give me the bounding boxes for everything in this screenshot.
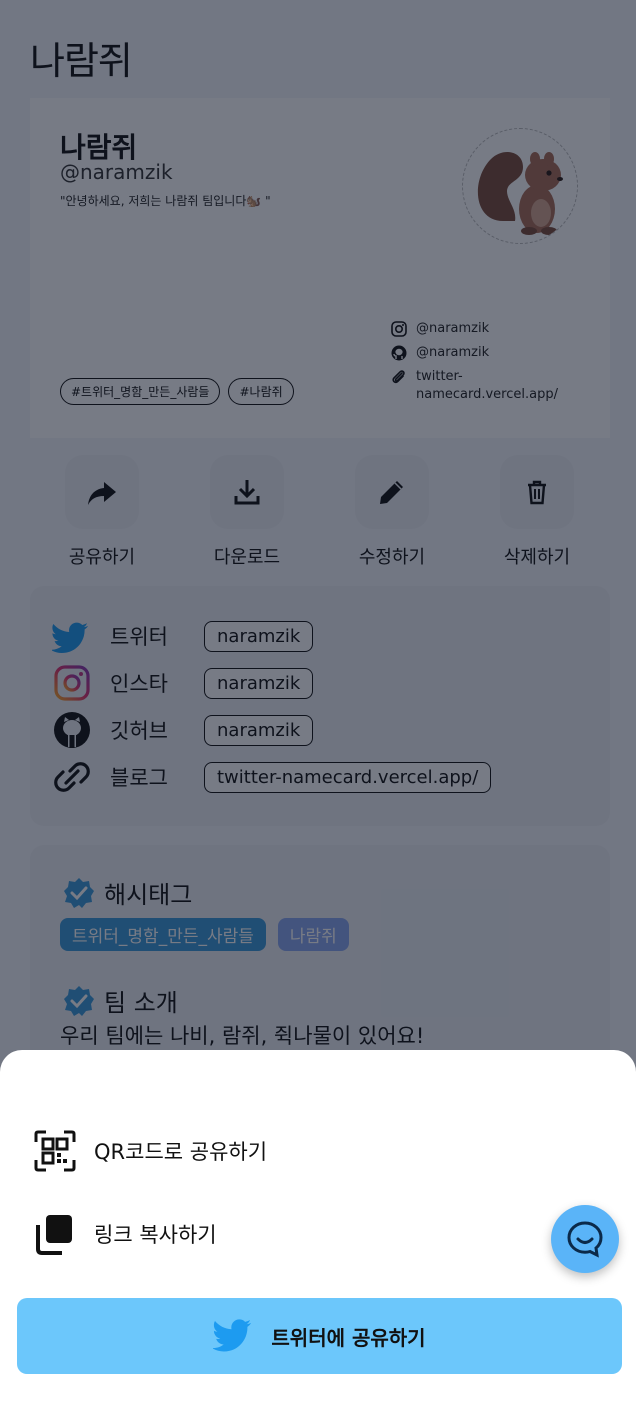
sns-name: 트위터 [110, 625, 168, 649]
copy-icon [36, 1215, 72, 1255]
download-button[interactable] [210, 455, 284, 529]
github-icon [54, 712, 90, 748]
twitter-share-label: 트위터에 공유하기 [271, 1325, 426, 1350]
trash-icon [528, 480, 546, 505]
download-icon [234, 480, 260, 505]
qr-code-icon [34, 1130, 76, 1172]
twitter-icon [213, 1319, 252, 1352]
card-link-text: @naramzik [416, 345, 490, 360]
paperclip-icon [392, 370, 405, 384]
sns-name: 인스타 [110, 672, 168, 696]
card-tag[interactable]: #나람쥐 [228, 378, 294, 405]
github-icon [391, 345, 407, 361]
sns-row-twitter: 트위터 naramzik [52, 616, 314, 656]
chat-fab[interactable] [551, 1205, 619, 1273]
team-section-title: 팀 소개 [62, 983, 178, 1018]
edit-action[interactable]: 수정하기 [332, 455, 452, 569]
twitter-icon [52, 622, 88, 653]
twitter-share-button[interactable]: 트위터에 공유하기 [17, 1298, 622, 1374]
download-label: 다운로드 [213, 547, 281, 568]
card-tags: #트위터_명함_만든_사람들 #나람쥐 [60, 378, 294, 405]
sns-name: 블로그 [110, 766, 168, 790]
card-tag[interactable]: #트위터_명함_만든_사람들 [60, 378, 221, 405]
sns-value[interactable]: naramzik [204, 620, 314, 652]
squirrel-icon [477, 152, 563, 235]
verified-badge-icon [64, 877, 94, 908]
sns-row-github: 깃허브 naramzik [52, 710, 314, 750]
qr-share-option[interactable]: QR코드로 공유하기 [34, 1130, 267, 1172]
download-action[interactable]: 다운로드 [187, 455, 307, 569]
profile-card: 나람쥐 @naramzik "안녕하세요, 저희는 나람쥐 팀입니다🐿️ " #… [30, 98, 610, 438]
copy-link-option[interactable]: 링크 복사하기 [34, 1213, 217, 1255]
avatar [462, 128, 578, 244]
sns-value[interactable]: naramzik [204, 667, 314, 699]
sns-value[interactable]: naramzik [204, 714, 314, 746]
card-links: @naramzik @naramzik twitter-namecard.ver… [390, 320, 590, 410]
share-bottom-sheet: QR코드로 공유하기 링크 복사하기 트위터에 공유하기 [0, 1050, 636, 1420]
page-title: 나람쥐 [30, 39, 133, 83]
delete-label: 삭제하기 [503, 547, 571, 568]
share-action[interactable]: 공유하기 [42, 455, 162, 569]
edit-icon [380, 481, 403, 504]
card-link-blog[interactable]: twitter-namecard.vercel.app/ [390, 368, 590, 404]
sns-value[interactable]: twitter-namecard.vercel.app/ [204, 761, 492, 793]
share-button[interactable] [65, 455, 139, 529]
edit-button[interactable] [355, 455, 429, 529]
copy-link-label: 링크 복사하기 [94, 1223, 217, 1247]
chat-icon [567, 1221, 603, 1258]
sns-name: 깃허브 [110, 719, 168, 743]
instagram-icon [391, 321, 407, 337]
delete-action[interactable]: 삭제하기 [477, 455, 597, 569]
card-handle: @naramzik [60, 160, 173, 184]
hashtag-section-title: 해시태그 [62, 875, 192, 910]
sns-row-instagram: 인스타 naramzik [52, 663, 314, 703]
sns-panel: 트위터 naramzik 인스타 naramzik 깃허브 naramzik 블… [30, 586, 610, 826]
verified-badge-icon [64, 985, 94, 1016]
share-label: 공유하기 [68, 547, 136, 568]
edit-label: 수정하기 [358, 547, 426, 568]
share-icon [88, 482, 116, 505]
delete-button[interactable] [500, 455, 574, 529]
action-row: 공유하기 다운로드 수정하기 삭제하기 [30, 455, 610, 575]
sns-row-blog: 블로그 twitter-namecard.vercel.app/ [52, 757, 492, 797]
hashtag-chip[interactable]: 나람쥐 [277, 918, 349, 951]
card-link-text: twitter-namecard.vercel.app/ [416, 369, 558, 402]
card-link-text: @naramzik [416, 321, 490, 336]
hashtag-list: 트위터_명함_만든_사람들 나람쥐 [60, 918, 349, 951]
team-description: 우리 팀에는 나비, 람쥐, 쥑나물이 있어요! [60, 1024, 425, 1048]
card-link-github[interactable]: @naramzik [390, 344, 590, 362]
team-title: 팀 소개 [104, 989, 178, 1017]
card-link-instagram[interactable]: @naramzik [390, 320, 590, 338]
card-bio: "안녕하세요, 저희는 나람쥐 팀입니다🐿️ " [60, 194, 271, 208]
instagram-icon [54, 665, 90, 701]
hashtag-title: 해시태그 [104, 881, 193, 909]
link-icon [54, 762, 90, 792]
hashtag-chip[interactable]: 트위터_명함_만든_사람들 [60, 918, 266, 951]
qr-share-label: QR코드로 공유하기 [94, 1140, 268, 1164]
